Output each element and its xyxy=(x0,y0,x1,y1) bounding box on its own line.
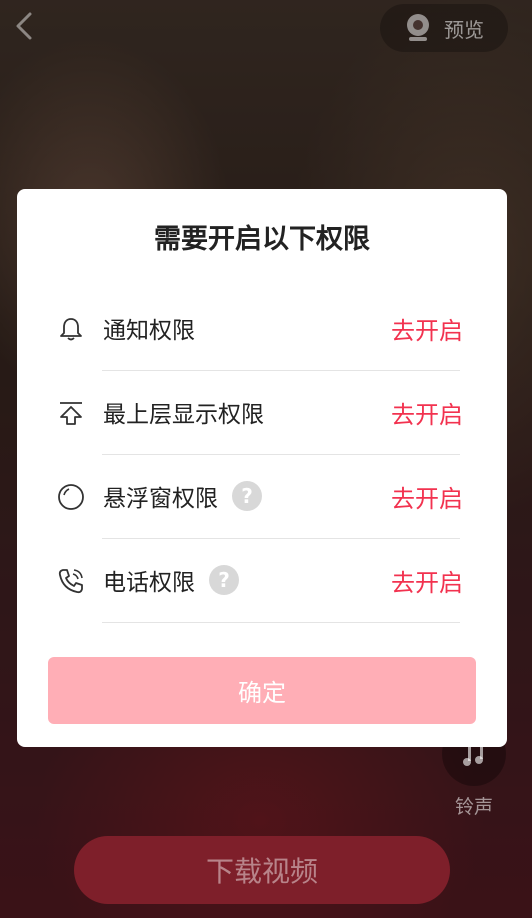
divider xyxy=(102,622,460,623)
enable-notification-link[interactable]: 去开启 xyxy=(391,311,463,346)
camera-icon xyxy=(407,14,429,41)
permission-label: 通知权限 xyxy=(103,318,195,344)
permission-label: 悬浮窗权限 ? xyxy=(103,479,262,513)
ringtone-label: 铃声 xyxy=(454,796,493,818)
bell-icon xyxy=(60,318,82,341)
back-button[interactable] xyxy=(10,8,40,44)
dialog-title: 需要开启以下权限 xyxy=(154,224,370,255)
permission-row-notification: 通知权限 去开启 xyxy=(17,287,507,371)
enable-overlay-link[interactable]: 去开启 xyxy=(391,395,463,430)
download-video-button[interactable]: 下载视频 xyxy=(74,836,450,904)
permission-row-overlay: 最上层显示权限 去开启 xyxy=(17,371,507,455)
permission-label: 最上层显示权限 xyxy=(103,402,264,428)
permission-label: 电话权限 ? xyxy=(103,563,239,597)
phone-icon xyxy=(58,569,83,594)
preview-button[interactable]: 预览 xyxy=(380,4,508,52)
permission-row-phone: 电话权限 ? 去开启 xyxy=(17,539,507,623)
help-icon[interactable]: ? xyxy=(209,565,239,595)
chevron-left-icon xyxy=(16,12,32,40)
enable-phone-link[interactable]: 去开启 xyxy=(391,563,463,598)
circle-icon xyxy=(58,484,84,510)
permissions-dialog: 需要开启以下权限 通知权限 去开启 最上层显示权限 去开启 悬浮窗权限 ? 去开… xyxy=(17,189,507,747)
upload-icon xyxy=(60,402,82,425)
preview-label: 预览 xyxy=(444,17,484,42)
confirm-button[interactable]: 确定 xyxy=(48,657,476,724)
enable-floating-window-link[interactable]: 去开启 xyxy=(391,479,463,514)
help-icon[interactable]: ? xyxy=(232,481,262,511)
permission-row-floating-window: 悬浮窗权限 ? 去开启 xyxy=(17,455,507,539)
